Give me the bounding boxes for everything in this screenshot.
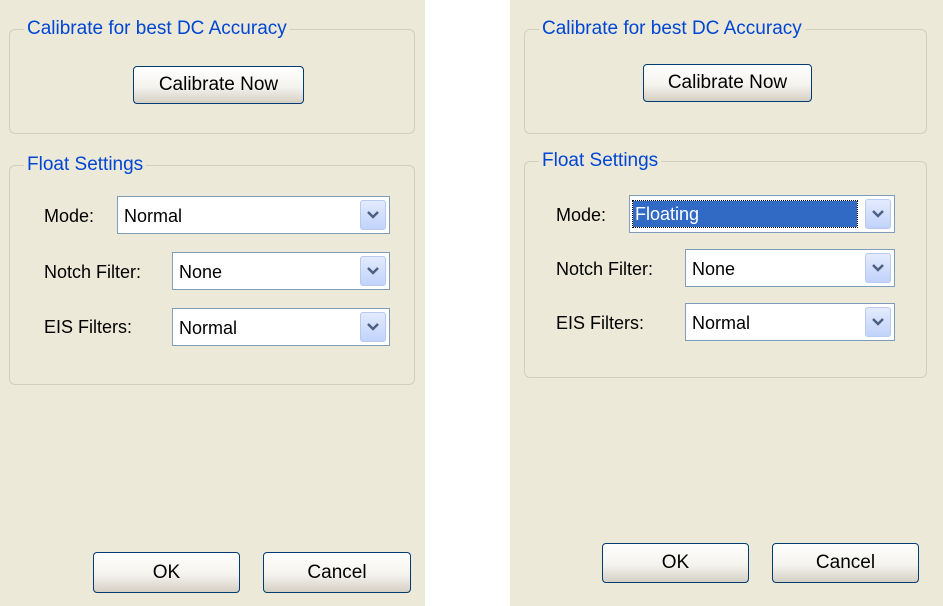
float-settings-title: Float Settings — [539, 150, 662, 172]
chevron-down-icon[interactable] — [865, 253, 891, 283]
settings-panel-left: Calibrate for best DC Accuracy Calibrate… — [0, 0, 425, 606]
eis-filters-label: EIS Filters: — [556, 313, 645, 333]
cancel-button[interactable]: Cancel — [772, 543, 919, 583]
eis-filters-value: Normal — [692, 313, 751, 333]
calibrate-now-button[interactable]: Calibrate Now — [643, 64, 812, 102]
mode-label: Mode: — [556, 205, 607, 225]
mode-label: Mode: — [44, 206, 95, 226]
notch-filter-value: None — [692, 259, 736, 279]
mode-select[interactable]: Normal — [117, 196, 390, 234]
settings-panel-right: Calibrate for best DC Accuracy Calibrate… — [510, 0, 943, 606]
notch-filter-value: None — [179, 262, 223, 282]
mode-select-value: Floating — [632, 200, 858, 228]
chevron-down-icon[interactable] — [360, 200, 386, 230]
eis-filters-label: EIS Filters: — [44, 317, 133, 337]
eis-filters-value: Normal — [179, 318, 238, 338]
notch-filter-select[interactable]: None — [685, 249, 895, 287]
chevron-down-icon[interactable] — [360, 312, 386, 342]
calibrate-group-title: Calibrate for best DC Accuracy — [539, 18, 805, 40]
eis-filters-select[interactable]: Normal — [685, 303, 895, 341]
cancel-button[interactable]: Cancel — [263, 552, 411, 593]
eis-filters-select[interactable]: Normal — [172, 308, 390, 346]
notch-filter-select[interactable]: None — [172, 252, 390, 290]
mode-select-value: Normal — [124, 206, 183, 226]
ok-button[interactable]: OK — [602, 543, 749, 583]
notch-filter-label: Notch Filter: — [44, 262, 142, 282]
chevron-down-icon[interactable] — [360, 256, 386, 286]
calibrate-group-title: Calibrate for best DC Accuracy — [24, 18, 290, 40]
chevron-down-icon[interactable] — [865, 199, 891, 229]
float-settings-title: Float Settings — [24, 154, 147, 176]
chevron-down-icon[interactable] — [865, 307, 891, 337]
ok-button[interactable]: OK — [93, 552, 240, 593]
calibrate-now-button[interactable]: Calibrate Now — [133, 66, 304, 104]
mode-select[interactable]: Floating — [629, 195, 895, 233]
notch-filter-label: Notch Filter: — [556, 259, 654, 279]
